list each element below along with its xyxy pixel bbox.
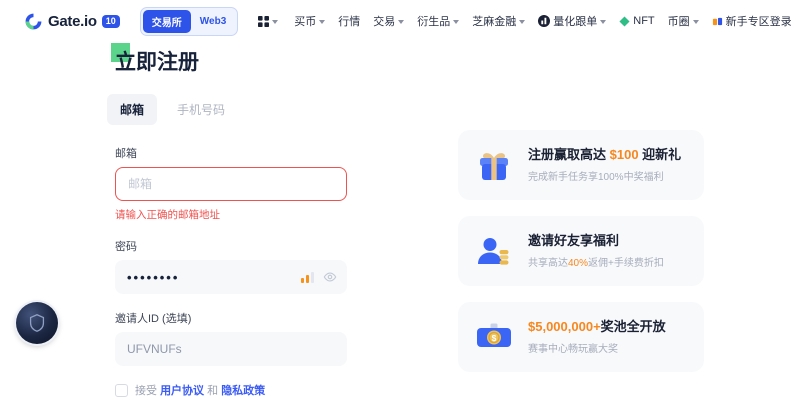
agreement-and-text: 和 xyxy=(207,385,218,397)
nav-buy-crypto[interactable]: 买币 xyxy=(294,13,325,29)
copy-trading-icon xyxy=(538,15,550,27)
nav-label: 衍生品 xyxy=(417,13,450,29)
register-form: 立即注册 邮箱 手机号码 邮箱 请输入正确的邮箱地址 密码 xyxy=(115,46,347,398)
agreement-accept-text: 接受 xyxy=(135,385,157,397)
toggle-web3[interactable]: Web3 xyxy=(191,12,236,31)
promo-cards: 注册赢取高达 $100 迎新礼 完成新手任务享100%中奖福利 邀请好友享福利 … xyxy=(458,130,704,372)
apps-grid-icon xyxy=(258,16,269,27)
nav-label: 行情 xyxy=(338,13,360,29)
invite-field-group: 邀请人ID (选填) xyxy=(115,310,347,366)
nav-beginner-zone[interactable]: 新手专区 xyxy=(712,13,770,29)
chevron-down-icon xyxy=(272,20,278,24)
promo-title: 邀请好友享福利 xyxy=(528,233,664,249)
invite-label: 邀请人ID (选填) xyxy=(115,310,347,326)
user-agreement-link[interactable]: 用户协议 xyxy=(160,385,204,397)
nav-derivatives[interactable]: 衍生品 xyxy=(417,13,459,29)
promo-title: 注册赢取高达 $100 迎新礼 xyxy=(528,147,681,163)
email-field-group: 邮箱 请输入正确的邮箱地址 xyxy=(115,145,347,222)
promo-card-prize-pool[interactable]: $ $5,000,000+奖池全开放 赛事中心畅玩赢大奖 xyxy=(458,302,704,372)
tab-phone[interactable]: 手机号码 xyxy=(167,94,235,125)
email-label: 邮箱 xyxy=(115,145,347,161)
gateio-logo-icon xyxy=(24,12,43,31)
promo-title: $5,000,000+奖池全开放 xyxy=(528,319,666,335)
exchange-web3-toggle[interactable]: 交易所 Web3 xyxy=(140,7,239,36)
brand-text: Gate.io xyxy=(48,13,97,30)
nav-label: 买币 xyxy=(294,13,316,29)
email-input[interactable] xyxy=(115,167,347,201)
chevron-down-icon xyxy=(453,20,459,24)
agreement-text: 接受 用户协议 和 隐私政策 xyxy=(135,382,265,398)
promo-subtitle: 共享高达40%返佣+手续费折扣 xyxy=(528,254,664,269)
agreement-row: 接受 用户协议 和 隐私政策 xyxy=(115,382,347,398)
beginner-zone-icon xyxy=(712,16,723,27)
nav-moments[interactable]: 币圈 xyxy=(668,13,699,29)
chevron-down-icon xyxy=(519,20,525,24)
auth-area: 登录 注册 xyxy=(770,7,800,35)
top-nav-bar: Gate.io 10 交易所 Web3 买币 行情 xyxy=(0,0,800,42)
agreement-checkbox[interactable] xyxy=(115,384,128,397)
password-label: 密码 xyxy=(115,238,347,254)
floating-avatar-widget[interactable] xyxy=(16,302,58,344)
chevron-down-icon xyxy=(600,20,606,24)
promo-subtitle: 赛事中心畅玩赢大奖 xyxy=(528,340,666,355)
svg-text:$: $ xyxy=(492,333,497,343)
nav-label: NFT xyxy=(633,15,654,27)
eye-off-icon[interactable] xyxy=(323,270,337,284)
register-page: Gate.io 10 交易所 Web3 买币 行情 xyxy=(0,0,800,415)
chevron-down-icon xyxy=(398,20,404,24)
prize-pool-icon: $ xyxy=(474,317,514,357)
invite-friends-icon xyxy=(474,231,514,271)
nav-label: 量化跟单 xyxy=(553,13,597,29)
tab-email[interactable]: 邮箱 xyxy=(107,94,157,125)
apps-menu-button[interactable] xyxy=(258,16,278,27)
nav-label: 交易 xyxy=(373,13,395,29)
privacy-policy-link[interactable]: 隐私政策 xyxy=(221,385,265,397)
page-title: 立即注册 xyxy=(115,51,199,74)
register-method-tabs: 邮箱 手机号码 xyxy=(107,94,347,125)
nav-finance[interactable]: 芝麻金融 xyxy=(472,13,525,29)
email-error-text: 请输入正确的邮箱地址 xyxy=(115,207,347,222)
toggle-exchange[interactable]: 交易所 xyxy=(143,10,191,33)
nav-label: 芝麻金融 xyxy=(472,13,516,29)
password-strength-icon xyxy=(301,271,314,283)
password-field-group: 密码 xyxy=(115,238,347,294)
main-nav: 买币 行情 交易 衍生品 芝麻金融 xyxy=(294,13,769,29)
gateio-logo[interactable]: Gate.io 10 xyxy=(24,12,120,31)
nav-copy-trading[interactable]: 量化跟单 xyxy=(538,13,606,29)
nav-label: 币圈 xyxy=(668,13,690,29)
gift-icon xyxy=(474,145,514,185)
login-link[interactable]: 登录 xyxy=(770,13,792,29)
nav-label: 新手专区 xyxy=(726,13,770,29)
nav-markets[interactable]: 行情 xyxy=(338,13,360,29)
nav-trade[interactable]: 交易 xyxy=(373,13,404,29)
chevron-down-icon xyxy=(319,20,325,24)
nft-diamond-icon xyxy=(619,16,630,27)
promo-card-invite-friends[interactable]: 邀请好友享福利 共享高达40%返佣+手续费折扣 xyxy=(458,216,704,286)
invite-id-input[interactable] xyxy=(115,332,347,366)
promo-subtitle: 完成新手任务享100%中奖福利 xyxy=(528,168,681,183)
chevron-down-icon xyxy=(693,20,699,24)
promo-card-welcome-gift[interactable]: 注册赢取高达 $100 迎新礼 完成新手任务享100%中奖福利 xyxy=(458,130,704,200)
anniversary-badge: 10 xyxy=(102,15,120,28)
nav-nft[interactable]: NFT xyxy=(619,15,654,27)
